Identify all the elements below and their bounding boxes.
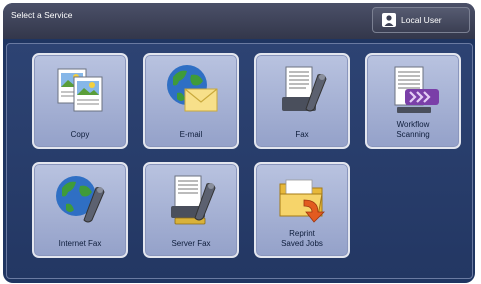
server-fax-icon: [171, 175, 216, 225]
copy-tile[interactable]: Copy: [32, 53, 128, 149]
fax-label: Fax: [295, 130, 309, 139]
copy-label: Copy: [70, 130, 90, 139]
local-user-label: Local User: [401, 15, 442, 25]
page-title: Select a Service: [11, 10, 73, 20]
workflow-scanning-label: Workflow Scanning: [396, 120, 430, 139]
workflow-scanning-tile[interactable]: Workflow Scanning: [365, 53, 461, 149]
server-fax-label: Server Fax: [171, 239, 211, 248]
device-screen: Select a Service Local User Copy E-mail …: [3, 3, 475, 283]
server-fax-tile[interactable]: Server Fax: [143, 162, 239, 258]
workflow-scanning-icon: [394, 66, 439, 113]
reprint-saved-jobs-label: Reprint Saved Jobs: [281, 229, 323, 248]
header-bar: Select a Service Local User: [3, 3, 475, 39]
local-user-button[interactable]: Local User: [372, 7, 470, 33]
reprint-saved-jobs-tile[interactable]: Reprint Saved Jobs: [254, 162, 350, 258]
copy-icon: [57, 68, 103, 112]
internet-fax-tile[interactable]: Internet Fax: [32, 162, 128, 258]
fax-icon: [282, 66, 327, 112]
fax-tile[interactable]: Fax: [254, 53, 350, 149]
user-icon: [382, 13, 396, 27]
reprint-saved-jobs-icon: [279, 179, 325, 223]
internet-fax-label: Internet Fax: [58, 239, 102, 248]
internet-fax-icon: [56, 176, 105, 223]
email-icon: [167, 65, 218, 112]
email-tile[interactable]: E-mail: [143, 53, 239, 149]
services-panel: Copy E-mail Fax Workflow Scanning Intern…: [6, 43, 473, 279]
email-label: E-mail: [179, 130, 203, 139]
